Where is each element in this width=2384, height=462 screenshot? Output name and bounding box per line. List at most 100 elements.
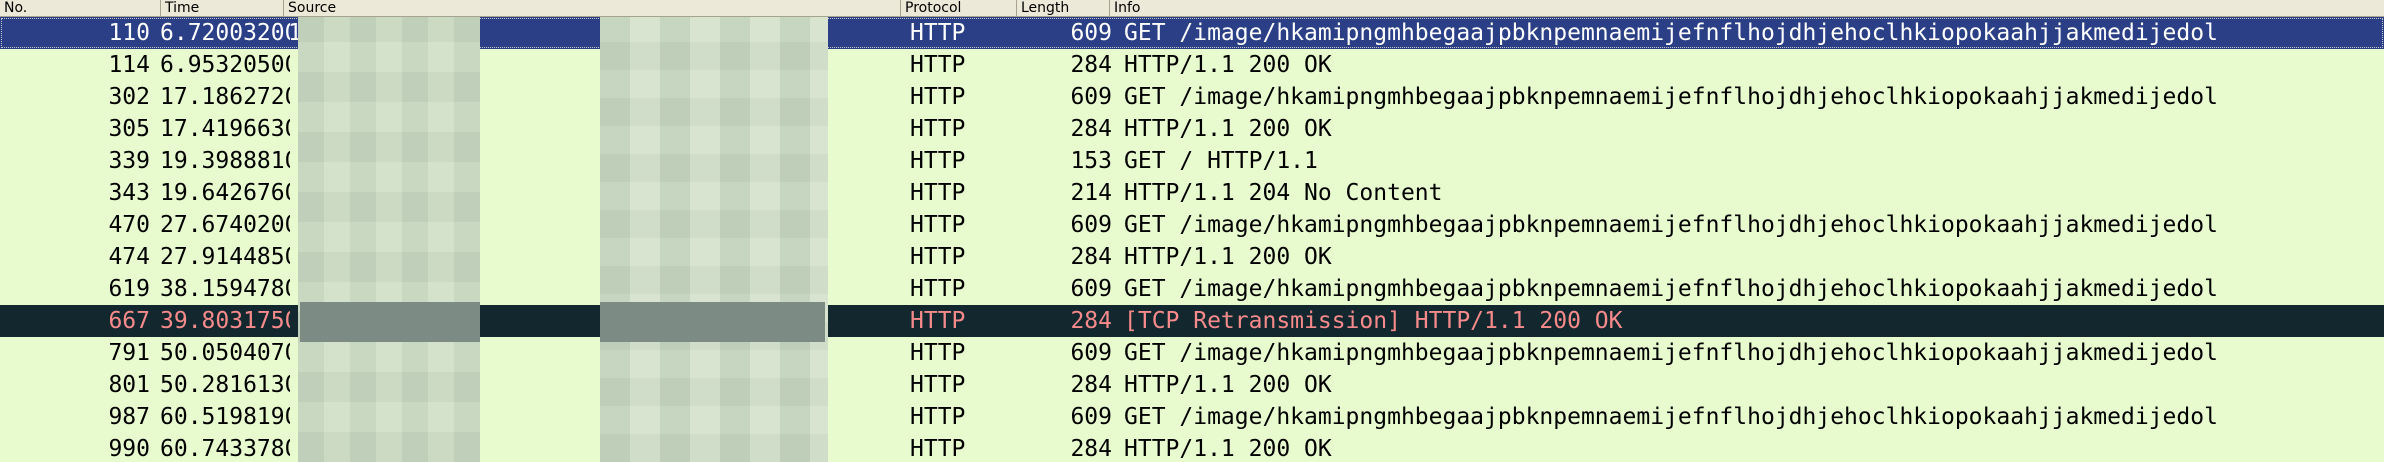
packet-protocol: HTTP: [910, 404, 966, 430]
column-header-info[interactable]: Info: [1110, 0, 2384, 16]
packet-no: 990: [108, 436, 150, 462]
packet-protocol: HTTP: [910, 436, 966, 462]
packet-no: 339: [108, 148, 150, 174]
packet-source: [288, 177, 898, 209]
packet-no: 667: [108, 308, 150, 334]
packet-time: 60.5198190: [160, 404, 290, 430]
packet-time: 39.8031750: [160, 308, 290, 334]
packet-source: [288, 81, 898, 113]
packet-source: [288, 113, 898, 145]
packet-length: 284: [1070, 372, 1112, 398]
packet-protocol: HTTP: [910, 52, 966, 78]
packet-row[interactable]: 474 27.9144850 HTTP 284 HTTP/1.1 200 OK: [0, 241, 2384, 273]
packet-time: 27.9144850: [160, 244, 290, 270]
packet-length: 284: [1070, 244, 1112, 270]
packet-row-selected[interactable]: 110 6.72003200 19 HTTP 609 GET /image/hk…: [0, 17, 2384, 49]
packet-source: [288, 241, 898, 273]
packet-protocol: HTTP: [910, 84, 966, 110]
packet-info: HTTP/1.1 200 OK: [1124, 116, 1332, 142]
packet-row[interactable]: 987 60.5198190 HTTP 609 GET /image/hkami…: [0, 401, 2384, 433]
packet-no: 110: [108, 20, 150, 46]
packet-protocol: HTTP: [910, 244, 966, 270]
packet-info: HTTP/1.1 200 OK: [1124, 436, 1332, 462]
packet-info: HTTP/1.1 204 No Content: [1124, 180, 1443, 206]
packet-info: HTTP/1.1 200 OK: [1124, 52, 1332, 78]
packet-row[interactable]: 801 50.2816130 HTTP 284 HTTP/1.1 200 OK: [0, 369, 2384, 401]
packet-length: 609: [1070, 340, 1112, 366]
packet-no: 791: [108, 340, 150, 366]
packet-info: GET /image/hkamipngmhbegaajpbknpemnaemij…: [1124, 84, 2218, 110]
column-header-protocol[interactable]: Protocol: [901, 0, 1017, 16]
packet-source: [288, 145, 898, 177]
packet-list[interactable]: No. Time Source Protocol Length Info 110…: [0, 0, 2384, 462]
packet-time: 6.72003200: [160, 20, 290, 46]
packet-info: GET /image/hkamipngmhbegaajpbknpemnaemij…: [1124, 20, 2218, 46]
packet-source: [288, 401, 898, 433]
packet-time: 50.0504070: [160, 340, 290, 366]
packet-source: [288, 337, 898, 369]
packet-length: 609: [1070, 20, 1112, 46]
packet-time: 17.1862720: [160, 84, 290, 110]
packet-row[interactable]: 339 19.3988810 HTTP 153 GET / HTTP/1.1: [0, 145, 2384, 177]
packet-length: 284: [1070, 52, 1112, 78]
packet-info: GET /image/hkamipngmhbegaajpbknpemnaemij…: [1124, 340, 2218, 366]
packet-no: 305: [108, 116, 150, 142]
packet-protocol: HTTP: [910, 276, 966, 302]
packet-length: 609: [1070, 212, 1112, 238]
packet-length: 284: [1070, 436, 1112, 462]
packet-row[interactable]: 470 27.6740200 HTTP 609 GET /image/hkami…: [0, 209, 2384, 241]
packet-no: 343: [108, 180, 150, 206]
packet-no: 987: [108, 404, 150, 430]
packet-time: 19.3988810: [160, 148, 290, 174]
packet-protocol: HTTP: [910, 212, 966, 238]
packet-protocol: HTTP: [910, 180, 966, 206]
packet-protocol: HTTP: [910, 148, 966, 174]
packet-row[interactable]: 302 17.1862720 HTTP 609 GET /image/hkami…: [0, 81, 2384, 113]
column-header-no[interactable]: No.: [0, 0, 161, 16]
packet-protocol: HTTP: [910, 372, 966, 398]
packet-time: 6.95320500: [160, 52, 290, 78]
packet-source: [288, 369, 898, 401]
packet-source: [288, 49, 898, 81]
packet-row-retransmission[interactable]: 667 39.8031750 HTTP 284 [TCP Retransmiss…: [0, 305, 2384, 337]
packet-row[interactable]: 619 38.1594780 HTTP 609 GET /image/hkami…: [0, 273, 2384, 305]
packet-row[interactable]: 305 17.4196630 HTTP 284 HTTP/1.1 200 OK: [0, 113, 2384, 145]
packet-row[interactable]: 990 60.7433780 HTTP 284 HTTP/1.1 200 OK: [0, 433, 2384, 462]
packet-length: 214: [1070, 180, 1112, 206]
packet-length: 284: [1070, 308, 1112, 334]
packet-length: 609: [1070, 276, 1112, 302]
packet-info: [TCP Retransmission] HTTP/1.1 200 OK: [1124, 308, 1623, 334]
packet-source: [288, 273, 898, 305]
packet-info: HTTP/1.1 200 OK: [1124, 372, 1332, 398]
packet-source: 19: [288, 20, 316, 46]
packet-row[interactable]: 343 19.6426760 HTTP 214 HTTP/1.1 204 No …: [0, 177, 2384, 209]
column-header-length[interactable]: Length: [1017, 0, 1110, 16]
packet-source: [288, 305, 898, 337]
packet-info: GET /image/hkamipngmhbegaajpbknpemnaemij…: [1124, 212, 2218, 238]
column-header-time[interactable]: Time: [161, 0, 284, 16]
packet-info: GET /image/hkamipngmhbegaajpbknpemnaemij…: [1124, 276, 2218, 302]
packet-length: 153: [1070, 148, 1112, 174]
column-header: No. Time Source Protocol Length Info: [0, 0, 2384, 17]
packet-no: 619: [108, 276, 150, 302]
packet-protocol: HTTP: [910, 20, 966, 46]
packet-protocol: HTTP: [910, 308, 966, 334]
packet-protocol: HTTP: [910, 116, 966, 142]
packet-no: 470: [108, 212, 150, 238]
packet-info: HTTP/1.1 200 OK: [1124, 244, 1332, 270]
packet-time: 19.6426760: [160, 180, 290, 206]
packet-row[interactable]: 114 6.95320500 HTTP 284 HTTP/1.1 200 OK: [0, 49, 2384, 81]
packet-time: 27.6740200: [160, 212, 290, 238]
packet-row[interactable]: 791 50.0504070 HTTP 609 GET /image/hkami…: [0, 337, 2384, 369]
packet-no: 474: [108, 244, 150, 270]
packet-info: GET /image/hkamipngmhbegaajpbknpemnaemij…: [1124, 404, 2218, 430]
packet-time: 17.4196630: [160, 116, 290, 142]
packet-info: GET / HTTP/1.1: [1124, 148, 1318, 174]
packet-time: 38.1594780: [160, 276, 290, 302]
packet-no: 114: [108, 52, 150, 78]
packet-source: [288, 433, 898, 462]
column-header-source[interactable]: Source: [284, 0, 901, 16]
packet-length: 609: [1070, 84, 1112, 110]
packet-no: 302: [108, 84, 150, 110]
packet-rows: 110 6.72003200 19 HTTP 609 GET /image/hk…: [0, 17, 2384, 462]
